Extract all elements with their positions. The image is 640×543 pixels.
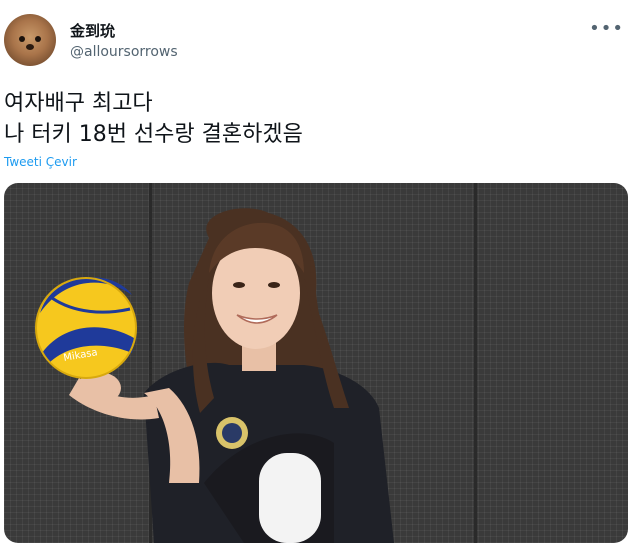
tweet-line: 여자배구 최고다	[4, 91, 153, 116]
avatar-nose	[26, 44, 34, 50]
author-display-name[interactable]: 金到玧	[70, 20, 115, 41]
player-illustration: Mikasa	[35, 208, 394, 543]
author-avatar[interactable]	[4, 14, 56, 66]
tweet-media-photo[interactable]: Mikasa	[4, 183, 628, 543]
avatar-eye	[35, 36, 41, 42]
translate-tweet-link[interactable]: Tweeti Çevir	[4, 155, 77, 169]
more-options-icon[interactable]: •••	[589, 18, 624, 39]
kneepad-shape	[259, 453, 321, 543]
tweet-text: 여자배구 최고다 나 터키 18번 선수랑 결혼하겠음	[4, 88, 303, 150]
avatar-eye	[19, 36, 25, 42]
author-handle[interactable]: @alloursorrows	[70, 44, 178, 60]
volleyball-icon: Mikasa	[35, 277, 137, 379]
tweet-line: 나 터키 18번 선수랑 결혼하겠음	[4, 122, 303, 147]
